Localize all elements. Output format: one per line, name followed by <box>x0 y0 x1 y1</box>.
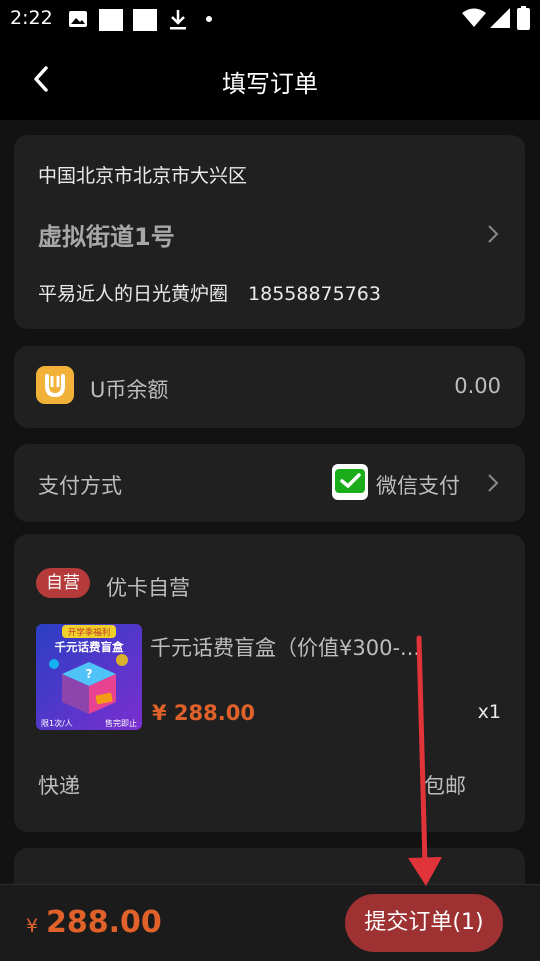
contact-name: 平易近人的日光黄炉圈 <box>38 283 229 305</box>
svg-text:?: ? <box>86 667 93 681</box>
ucoin-card: U币余额 0.00 <box>14 346 525 428</box>
square-notification-icon <box>99 9 123 31</box>
nav-bar: 填写订单 <box>0 38 540 120</box>
battery-icon <box>517 6 530 30</box>
square-notification-icon-2 <box>133 9 157 31</box>
chevron-right-icon <box>488 225 499 243</box>
signal-icon <box>490 8 510 28</box>
order-items-card: 自营 优卡自营 开学季福利 千元话费盲盒 ? 限1次/人 售完即止 千元话费盲盒… <box>14 534 525 832</box>
address-street: 虚拟街道1号 <box>38 223 175 251</box>
download-icon <box>170 10 186 30</box>
checkout-bar: ¥ 288.00 提交订单(1) <box>0 884 540 961</box>
store-name: 优卡自营 <box>106 576 190 600</box>
ucoin-label: U币余额 <box>90 378 169 402</box>
wechat-pay-icon <box>332 464 368 500</box>
contact-phone: 18558875763 <box>248 283 381 305</box>
more-notifications-dot-icon <box>206 16 212 22</box>
status-time: 2:22 <box>10 7 53 29</box>
shipping-value: 包邮 <box>424 774 466 798</box>
total-currency-symbol: ¥ <box>26 915 39 937</box>
status-bar: 2:22 <box>0 0 540 38</box>
product-quantity: x1 <box>477 701 501 723</box>
address-card[interactable]: 中国北京市北京市大兴区 虚拟街道1号 平易近人的日光黄炉圈 18558875763 <box>14 135 525 329</box>
chevron-right-icon <box>488 474 499 492</box>
ucoin-value: 0.00 <box>454 374 501 398</box>
product-image-right-text: 售完即止 <box>105 718 137 728</box>
product-title[interactable]: 千元话费盲盒（价值¥300-... <box>150 632 450 662</box>
payment-method-value: 微信支付 <box>376 474 460 498</box>
address-region: 中国北京市北京市大兴区 <box>38 165 248 187</box>
address-contact: 平易近人的日光黄炉圈 18558875763 <box>38 279 381 306</box>
payment-label: 支付方式 <box>38 474 122 498</box>
image-notification-icon <box>69 11 87 27</box>
wifi-icon <box>462 8 486 27</box>
total-amount: 288.00 <box>46 905 162 940</box>
payment-method-card[interactable]: 支付方式 微信支付 <box>14 444 525 522</box>
product-image-main-text: 千元话费盲盒 <box>55 640 124 654</box>
ucoin-icon <box>36 366 74 404</box>
shipping-label: 快递 <box>38 774 80 798</box>
product-image-left-text: 限1次/人 <box>41 718 73 728</box>
submit-order-button[interactable]: 提交订单(1) <box>345 894 503 952</box>
page-title: 填写订单 <box>222 70 318 98</box>
self-operated-badge: 自营 <box>36 568 90 598</box>
product-image-top-text: 开学季福利 <box>68 627 111 638</box>
product-image[interactable]: 开学季福利 千元话费盲盒 ? 限1次/人 售完即止 <box>36 624 142 730</box>
product-price: ¥ 288.00 <box>152 701 255 725</box>
